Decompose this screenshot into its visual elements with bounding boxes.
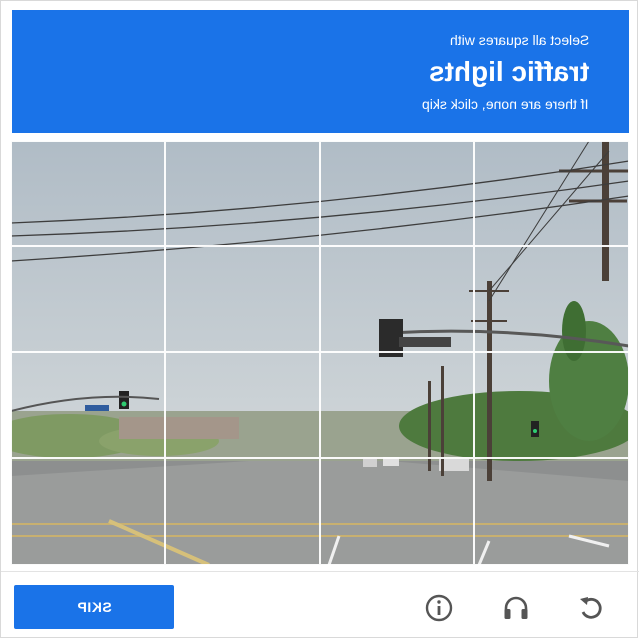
skip-button[interactable]: SKIP <box>14 585 174 629</box>
image-tile-r3c4[interactable] <box>474 352 629 458</box>
info-button[interactable] <box>419 590 459 626</box>
image-tile-r4c3[interactable] <box>320 458 474 565</box>
instruction-text: Select all squares with <box>450 32 589 48</box>
image-tile-r1c1[interactable] <box>11 141 165 246</box>
challenge-header: Select all squares with traffic lights I… <box>12 10 629 133</box>
skip-instruction-label: If there are none, click skip <box>422 96 589 112</box>
image-tile-r3c2[interactable] <box>165 352 320 458</box>
audio-challenge-button[interactable] <box>496 590 536 626</box>
image-tile-r2c4[interactable] <box>474 246 629 352</box>
image-tile-r4c2[interactable] <box>165 458 320 565</box>
reload-button[interactable] <box>571 590 611 626</box>
image-tile-r4c4[interactable] <box>474 458 629 565</box>
captcha-frame: Select all squares with traffic lights I… <box>0 0 639 639</box>
image-tile-r4c1[interactable] <box>11 458 165 565</box>
instruction-label: Select all squares with <box>449 32 589 48</box>
image-tile-r2c1[interactable] <box>11 246 165 352</box>
image-tile-r3c3[interactable] <box>320 352 474 458</box>
image-tile-r1c3[interactable] <box>320 141 474 246</box>
headphones-icon <box>504 596 528 619</box>
image-tile-r3c1[interactable] <box>11 352 165 458</box>
skip-instruction-text: If there are none, click skip <box>422 96 589 112</box>
challenge-image-grid <box>11 141 629 565</box>
tile-grid <box>11 141 629 565</box>
info-icon <box>425 594 453 622</box>
skip-button-label: SKIP <box>76 599 112 615</box>
image-tile-r2c3[interactable] <box>320 246 474 352</box>
challenge-footer: SKIP <box>1 571 639 639</box>
image-tile-r2c2[interactable] <box>165 246 320 352</box>
target-label: traffic lights <box>428 56 589 87</box>
image-tile-r1c4[interactable] <box>474 141 629 246</box>
image-tile-r1c2[interactable] <box>165 141 320 246</box>
reload-icon <box>580 597 602 619</box>
target-object-text: traffic lights <box>429 56 589 88</box>
